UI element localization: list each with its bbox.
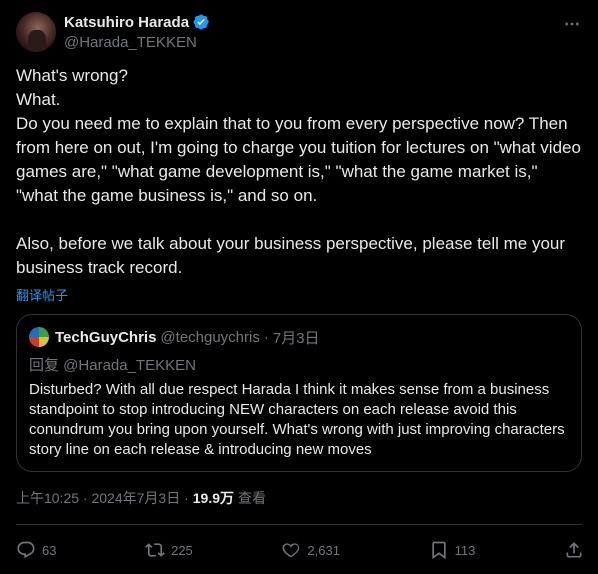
reply-icon [17, 541, 35, 559]
quoted-tweet-header: TechGuyChris @techguychris · 7月3日 [29, 327, 569, 347]
bookmark-button[interactable]: 113 [429, 540, 476, 560]
quoted-author-handle: @techguychris [160, 328, 260, 346]
heart-icon [282, 543, 300, 558]
author-avatar[interactable] [16, 12, 56, 52]
body-paragraph-2: Also, before we talk about your business… [16, 234, 566, 277]
more-options-icon[interactable] [562, 14, 582, 34]
tweet-meta: 上午10:25 · 2024年7月3日 · 19.9万 查看 [16, 488, 266, 508]
body-line-2: What. [16, 90, 61, 109]
author-display-name[interactable]: Katsuhiro Harada [64, 14, 189, 31]
quoted-reply-to: 回复 @Harada_TEKKEN [29, 357, 196, 374]
views-label: 查看 [238, 490, 266, 506]
tweet-header: Katsuhiro Harada @Harada_TEKKEN [16, 8, 582, 56]
quoted-tweet-text: Disturbed? With all due respect Harada I… [29, 381, 565, 458]
like-button[interactable]: 2,631 [281, 540, 340, 560]
author-names: Katsuhiro Harada @Harada_TEKKEN [64, 8, 210, 51]
quoted-author-avatar [29, 327, 49, 347]
quoted-date: 7月3日 [272, 329, 320, 347]
retweet-icon [145, 543, 166, 557]
tweet-timestamp[interactable]: 上午10:25 · 2024年7月3日 · [16, 488, 189, 508]
body-paragraph-1: Do you need me to explain that to you fr… [16, 114, 581, 205]
name-row: Katsuhiro Harada [64, 12, 210, 32]
tweet: Katsuhiro Harada @Harada_TEKKEN What's w… [0, 0, 598, 574]
like-count: 2,631 [307, 542, 340, 558]
action-bar: 63 225 2,631 113 [16, 536, 584, 564]
body-line-1: What's wrong? [16, 66, 128, 85]
translate-post-link[interactable]: 翻译帖子 [16, 285, 68, 304]
divider [16, 524, 582, 525]
reply-count: 63 [42, 542, 57, 558]
quoted-separator: · [263, 328, 269, 346]
quoted-tweet[interactable]: TechGuyChris @techguychris · 7月3日 回复 @Ha… [16, 314, 582, 472]
retweet-button[interactable]: 225 [145, 540, 193, 560]
tweet-body: What's wrong? What. Do you need me to ex… [16, 64, 584, 280]
reply-button[interactable]: 63 [16, 540, 56, 560]
quoted-author-display-name: TechGuyChris [55, 328, 157, 346]
views-count: 19.9万 [192, 490, 234, 506]
author-handle[interactable]: @Harada_TEKKEN [64, 34, 210, 51]
bookmark-count: 113 [454, 542, 476, 558]
verified-badge-icon [192, 13, 210, 31]
bookmark-icon [431, 541, 446, 560]
share-icon [566, 542, 582, 558]
share-button[interactable] [564, 540, 584, 560]
retweet-count: 225 [171, 542, 193, 558]
